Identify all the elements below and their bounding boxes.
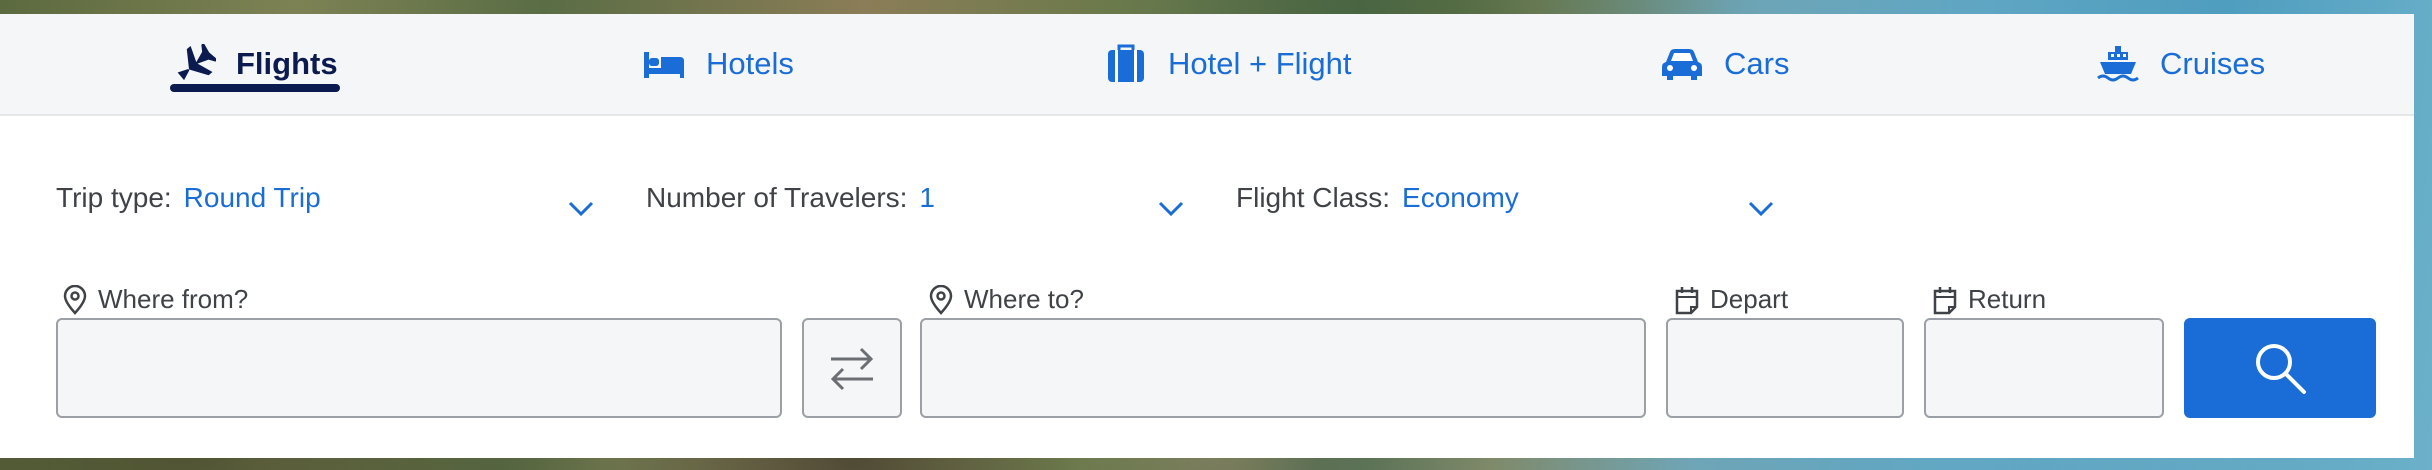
tab-label: Hotel + Flight xyxy=(1168,46,1352,81)
tab-cars[interactable]: Cars xyxy=(1660,14,1789,114)
chevron-down-icon[interactable] xyxy=(1748,200,1774,218)
tab-label: Cars xyxy=(1724,46,1790,81)
tab-flights[interactable]: Flights xyxy=(170,14,340,114)
depart-date-input[interactable] xyxy=(1666,318,1904,418)
tab-label: Cruises xyxy=(2160,46,2266,81)
location-pin-icon xyxy=(929,284,953,315)
car-icon xyxy=(1662,49,1702,80)
swap-button[interactable] xyxy=(802,318,902,418)
depart-label-text: Depart xyxy=(1710,284,1789,314)
travelers-label: Number of Travelers: xyxy=(646,182,908,213)
flight-class-value: Economy xyxy=(1402,182,1519,213)
tab-cruises[interactable]: Cruises xyxy=(2096,14,2265,114)
trip-type-select[interactable]: Trip type: Round Trip xyxy=(56,182,321,214)
return-field-label: Return xyxy=(1932,284,2046,315)
tab-hotels[interactable]: Hotels xyxy=(642,14,794,114)
trip-type-value: Round Trip xyxy=(183,182,321,213)
from-field-label: Where from? xyxy=(62,284,248,315)
chevron-down-icon[interactable] xyxy=(1158,200,1184,218)
ship-icon xyxy=(2097,46,2139,82)
calendar-icon xyxy=(1933,286,1957,314)
to-label-text: Where to? xyxy=(964,284,1084,314)
where-to-input[interactable] xyxy=(920,318,1646,418)
flight-class-label: Flight Class: xyxy=(1236,182,1391,213)
bed-icon xyxy=(644,52,684,78)
flight-class-select[interactable]: Flight Class: Economy xyxy=(1236,182,1519,214)
chevron-down-icon[interactable] xyxy=(568,200,594,218)
search-icon xyxy=(2256,344,2306,394)
plane-icon xyxy=(177,44,216,81)
tab-label: Flights xyxy=(236,46,338,81)
tab-bar: Flights Hotels Hotel + Flight Cars Cruis… xyxy=(0,14,2414,116)
return-label-text: Return xyxy=(1968,284,2047,314)
search-button[interactable] xyxy=(2184,318,2376,418)
location-pin-icon xyxy=(63,284,87,315)
from-label-text: Where from? xyxy=(98,284,249,314)
tab-label: Hotels xyxy=(706,46,794,81)
depart-field-label: Depart xyxy=(1674,284,1788,315)
trip-type-label: Trip type: xyxy=(56,182,172,213)
swap-arrows-icon xyxy=(830,347,874,391)
where-from-input[interactable] xyxy=(56,318,782,418)
travelers-value: 1 xyxy=(919,182,935,213)
travelers-select[interactable]: Number of Travelers: 1 xyxy=(646,182,935,214)
calendar-icon xyxy=(1675,286,1699,314)
tab-hotel-flight[interactable]: Hotel + Flight xyxy=(1104,14,1352,114)
to-field-label: Where to? xyxy=(928,284,1084,315)
search-widget: Flights Hotels Hotel + Flight Cars Cruis… xyxy=(0,14,2414,458)
suitcase-icon xyxy=(1108,44,1144,82)
return-date-input[interactable] xyxy=(1924,318,2164,418)
